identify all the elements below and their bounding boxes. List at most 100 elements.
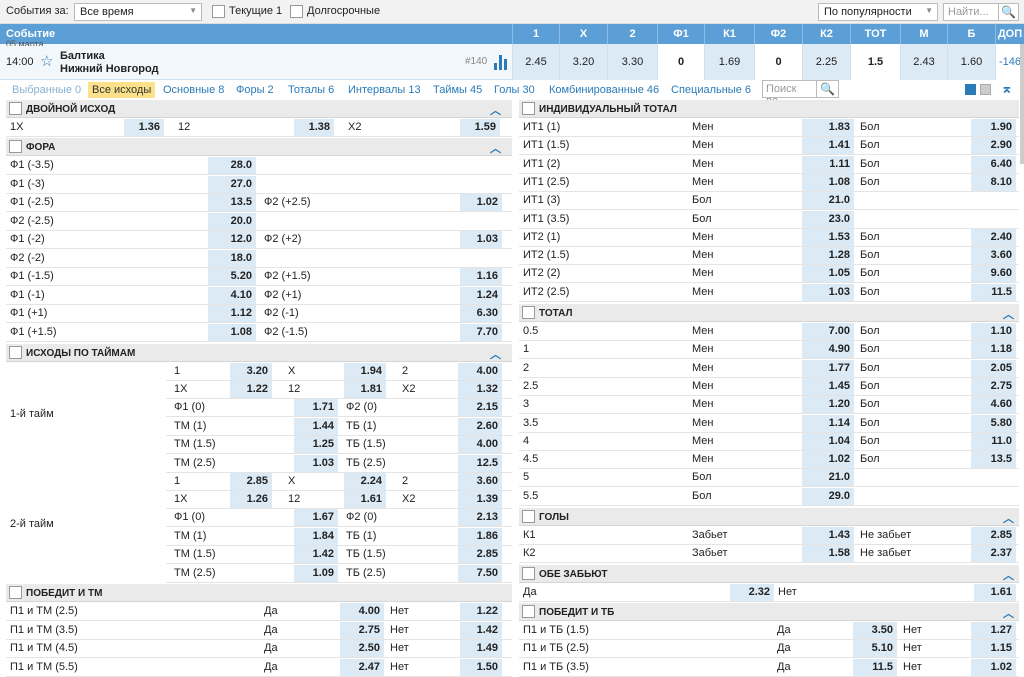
section-header[interactable]: ОБЕ ЗАБЬЮТ ︿ [519,565,1019,583]
tab-halves[interactable]: Таймы 45 [433,82,482,98]
odd-cell[interactable]: 1.59 [460,119,500,136]
odd-cell[interactable]: 3.50 [853,622,897,639]
odd-cell[interactable]: 3.60 [458,473,502,490]
odd-cell[interactable]: 1.15 [971,640,1016,658]
odd-cell[interactable]: 2.05 [971,359,1016,377]
section-header[interactable]: ПОБЕДИТ И ТМ [6,584,512,602]
odd-cell[interactable]: 5.10 [853,640,897,658]
odd-cell[interactable]: 1.53 [802,228,854,246]
odd-cell[interactable]: 1.11 [802,155,854,173]
section-checkbox[interactable] [9,346,22,359]
odd-cell[interactable]: 2.75 [340,621,384,639]
odd-cell[interactable]: 3.20 [559,44,607,80]
section-checkbox[interactable] [522,510,535,523]
odd-cell[interactable]: 28.0 [208,157,256,174]
odd-cell[interactable]: 12.5 [458,454,502,472]
tab-combined[interactable]: Комбинированные 46 [549,82,659,98]
odd-cell[interactable]: 11.5 [853,658,897,676]
odd-cell[interactable]: 1.45 [802,377,854,395]
odd-cell[interactable]: 2.25 [802,44,850,80]
odd-cell[interactable]: 1.84 [294,527,338,545]
odd-cell[interactable]: 1.61 [974,584,1016,601]
odd-cell[interactable]: 1.32 [458,381,502,398]
odd-cell[interactable]: 1.69 [704,44,754,80]
odd-cell[interactable]: 1.44 [294,417,338,435]
odd-cell[interactable]: 11.0 [971,432,1016,450]
search-icon[interactable]: 🔍 [999,3,1019,21]
tab-intervals[interactable]: Интервалы 13 [348,82,421,98]
odd-cell[interactable]: 6.40 [971,155,1016,173]
odd-cell[interactable]: 2.37 [971,545,1016,563]
odd-cell[interactable]: 2.24 [344,473,386,490]
odd-cell[interactable]: 1.27 [971,622,1016,639]
one-column-view-icon[interactable] [980,84,991,95]
chevron-up-icon[interactable]: ︿ [490,102,501,118]
odd-cell[interactable]: 1.20 [802,396,854,414]
odd-cell[interactable]: 2.43 [900,44,947,80]
odd-cell[interactable]: 1.42 [294,546,338,563]
odd-cell[interactable]: 4.00 [458,363,502,380]
section-checkbox[interactable] [9,586,22,599]
odd-cell[interactable]: 1.02 [460,194,502,211]
odd-cell[interactable]: 3.20 [230,363,272,380]
team1-name[interactable]: Балтика [60,50,105,62]
odd-cell[interactable]: 1.18 [971,341,1016,359]
chevron-up-icon[interactable]: ︿ [1003,510,1014,526]
odd-cell[interactable]: 23.0 [802,210,854,228]
odd-cell[interactable]: 1.05 [802,265,854,283]
odd-cell[interactable]: 1.90 [971,119,1016,136]
odd-cell[interactable]: 5.80 [971,414,1016,432]
odd-cell[interactable]: 2.45 [512,44,559,80]
odd-cell[interactable]: 20.0 [208,212,256,230]
odd-cell[interactable]: 5.20 [208,268,256,285]
tab-handicaps[interactable]: Форы 2 [236,82,274,98]
tab-totals[interactable]: Тоталы 6 [288,82,334,98]
odd-cell[interactable]: 2.47 [340,658,384,676]
collapse-all-icon[interactable]: ⌅ [1001,80,1013,97]
odd-cell[interactable]: 1.22 [230,381,272,398]
odd-cell[interactable]: 1.14 [802,414,854,432]
odd-cell[interactable]: 8.10 [971,173,1016,191]
odd-cell[interactable]: 1.36 [124,119,164,136]
odd-cell[interactable]: 2.40 [971,228,1016,246]
period-select[interactable]: Все время ▼ [74,3,202,21]
section-header[interactable]: ИНДИВИДУАЛЬНЫЙ ТОТАЛ [519,100,1019,118]
odd-cell[interactable]: 4.00 [458,436,502,453]
odd-cell[interactable]: 13.5 [971,451,1016,469]
odd-cell[interactable]: 1.03 [294,454,338,472]
odd-cell[interactable]: 1.26 [230,491,272,508]
odd-cell[interactable]: 1.71 [294,399,338,416]
odd-cell[interactable]: 1.08 [208,323,256,341]
chevron-up-icon[interactable]: ︿ [490,346,501,362]
tab-special[interactable]: Специальные 6 [671,82,751,98]
search-icon[interactable]: 🔍 [817,80,839,98]
chevron-up-icon[interactable]: ︿ [1003,567,1014,583]
odd-cell[interactable]: 1.10 [971,323,1016,340]
odd-cell[interactable]: 7.50 [458,564,502,582]
search-input[interactable]: Найти... [943,3,999,21]
section-checkbox[interactable] [522,102,535,115]
chevron-up-icon[interactable]: ︿ [1003,306,1014,322]
odd-cell[interactable]: 1.02 [802,451,854,469]
odd-cell[interactable]: 2.32 [730,584,774,601]
section-checkbox[interactable] [522,306,535,319]
chevron-up-icon[interactable]: ︿ [490,140,501,156]
odd-cell[interactable]: 21.0 [802,469,854,487]
odd-cell[interactable]: 1.60 [947,44,995,80]
odd-cell[interactable]: 1.02 [971,658,1016,676]
section-header[interactable]: ФОРА ︿ [6,138,512,156]
scrollbar[interactable] [1020,44,1024,164]
odd-cell[interactable]: 1.08 [802,173,854,191]
odd-cell[interactable]: 1.58 [802,545,854,563]
odd-cell[interactable]: 18.0 [208,249,256,267]
team2-name[interactable]: Нижний Новгород [60,63,159,75]
odd-cell[interactable]: 1.12 [208,305,256,322]
section-header[interactable]: ТОТАЛ ︿ [519,304,1019,322]
odd-cell[interactable]: 1.28 [802,247,854,265]
odd-cell[interactable]: 1.04 [802,432,854,450]
odd-cell[interactable]: 2.60 [458,417,502,435]
tab-main[interactable]: Основные 8 [163,82,224,98]
two-column-view-icon[interactable] [965,84,976,95]
odd-cell[interactable]: 1.86 [458,527,502,545]
star-icon[interactable]: ☆ [40,52,53,70]
